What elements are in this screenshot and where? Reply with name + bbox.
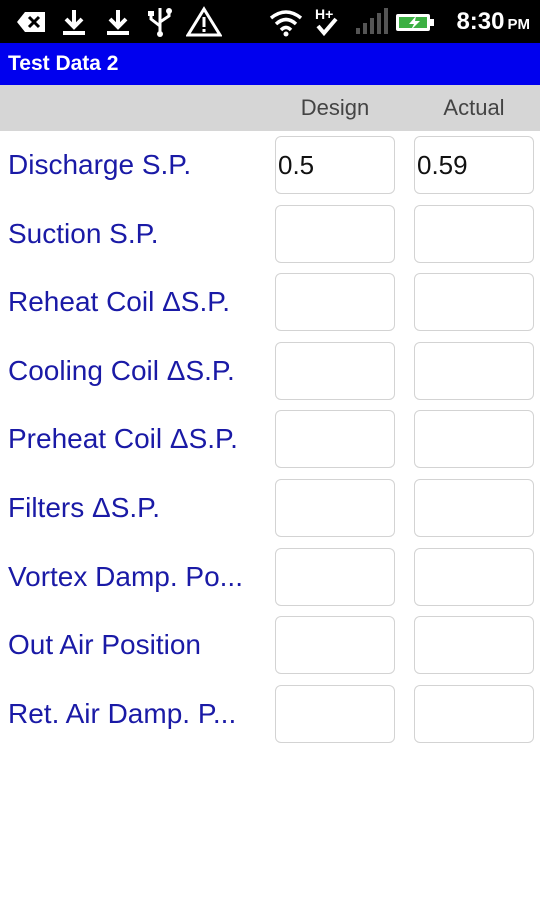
design-value-input[interactable]	[275, 478, 395, 537]
design-column-header: Design	[300, 95, 370, 120]
row-label: Cooling Coil ΔS.P.	[8, 354, 235, 386]
actual-value-input[interactable]	[414, 410, 534, 469]
row-label: Out Air Position	[8, 629, 201, 661]
form-row-filters-dsp: Filters ΔS.P.	[0, 474, 540, 543]
clock-ampm: PM	[507, 16, 531, 33]
page-title: Test Data 2	[8, 52, 119, 75]
row-label: Discharge S.P.	[8, 149, 192, 180]
row-label: Filters ΔS.P.	[8, 491, 161, 523]
form-row-vortex-damper-position: Vortex Damp. Po...	[0, 543, 540, 612]
column-header-band: Design Actual	[0, 85, 540, 131]
design-value-input[interactable]	[275, 684, 395, 743]
actual-value-input[interactable]	[414, 341, 534, 400]
actual-value-input[interactable]	[414, 616, 534, 675]
design-value-input[interactable]	[275, 410, 395, 469]
design-value-input[interactable]	[275, 547, 395, 606]
measurement-form: Discharge S.P. Suction S.P. Reheat Coil …	[0, 131, 540, 748]
clock-time: 8:30	[456, 8, 505, 35]
design-value-input[interactable]	[275, 341, 395, 400]
hspa-data-icon: H+	[315, 6, 338, 37]
form-row-reheat-coil-dsp: Reheat Coil ΔS.P.	[0, 268, 540, 337]
row-label: Vortex Damp. Po...	[8, 560, 243, 592]
actual-value-input[interactable]	[414, 547, 534, 606]
form-row-out-air-position: Out Air Position	[0, 611, 540, 680]
row-label: Reheat Coil ΔS.P.	[8, 286, 231, 318]
svg-text:H+: H+	[315, 6, 333, 22]
actual-value-input[interactable]	[414, 136, 534, 194]
form-row-discharge-sp: Discharge S.P.	[0, 131, 540, 200]
actual-column-header: Actual	[443, 95, 505, 120]
form-row-suction-sp: Suction S.P.	[0, 200, 540, 269]
design-value-input[interactable]	[275, 136, 395, 194]
design-value-input[interactable]	[275, 616, 395, 675]
row-label: Preheat Coil ΔS.P.	[8, 423, 238, 455]
design-value-input[interactable]	[275, 273, 395, 332]
status-clock: 8:30 PM	[456, 6, 530, 38]
actual-value-input[interactable]	[414, 684, 534, 743]
usb-icon	[148, 8, 172, 37]
form-row-cooling-coil-dsp: Cooling Coil ΔS.P.	[0, 337, 540, 406]
row-label: Suction S.P.	[8, 217, 159, 249]
form-row-preheat-coil-dsp: Preheat Coil ΔS.P.	[0, 405, 540, 474]
row-label: Ret. Air Damp. P...	[8, 697, 237, 729]
download-icon	[63, 10, 85, 35]
wifi-icon	[269, 10, 303, 37]
actual-value-input[interactable]	[414, 273, 534, 332]
download-icon	[107, 10, 129, 35]
status-bar: H+ 8:30 PM	[0, 0, 540, 43]
warning-icon	[186, 6, 222, 37]
design-value-input[interactable]	[275, 204, 395, 263]
form-row-ret-air-damper-position: Ret. Air Damp. P...	[0, 680, 540, 749]
app-title-bar: Test Data 2	[0, 43, 540, 85]
usb-debug-icon	[17, 12, 45, 32]
battery-charging-icon	[396, 14, 434, 31]
signal-icon	[356, 8, 388, 34]
actual-value-input[interactable]	[414, 204, 534, 263]
actual-value-input[interactable]	[414, 478, 534, 537]
